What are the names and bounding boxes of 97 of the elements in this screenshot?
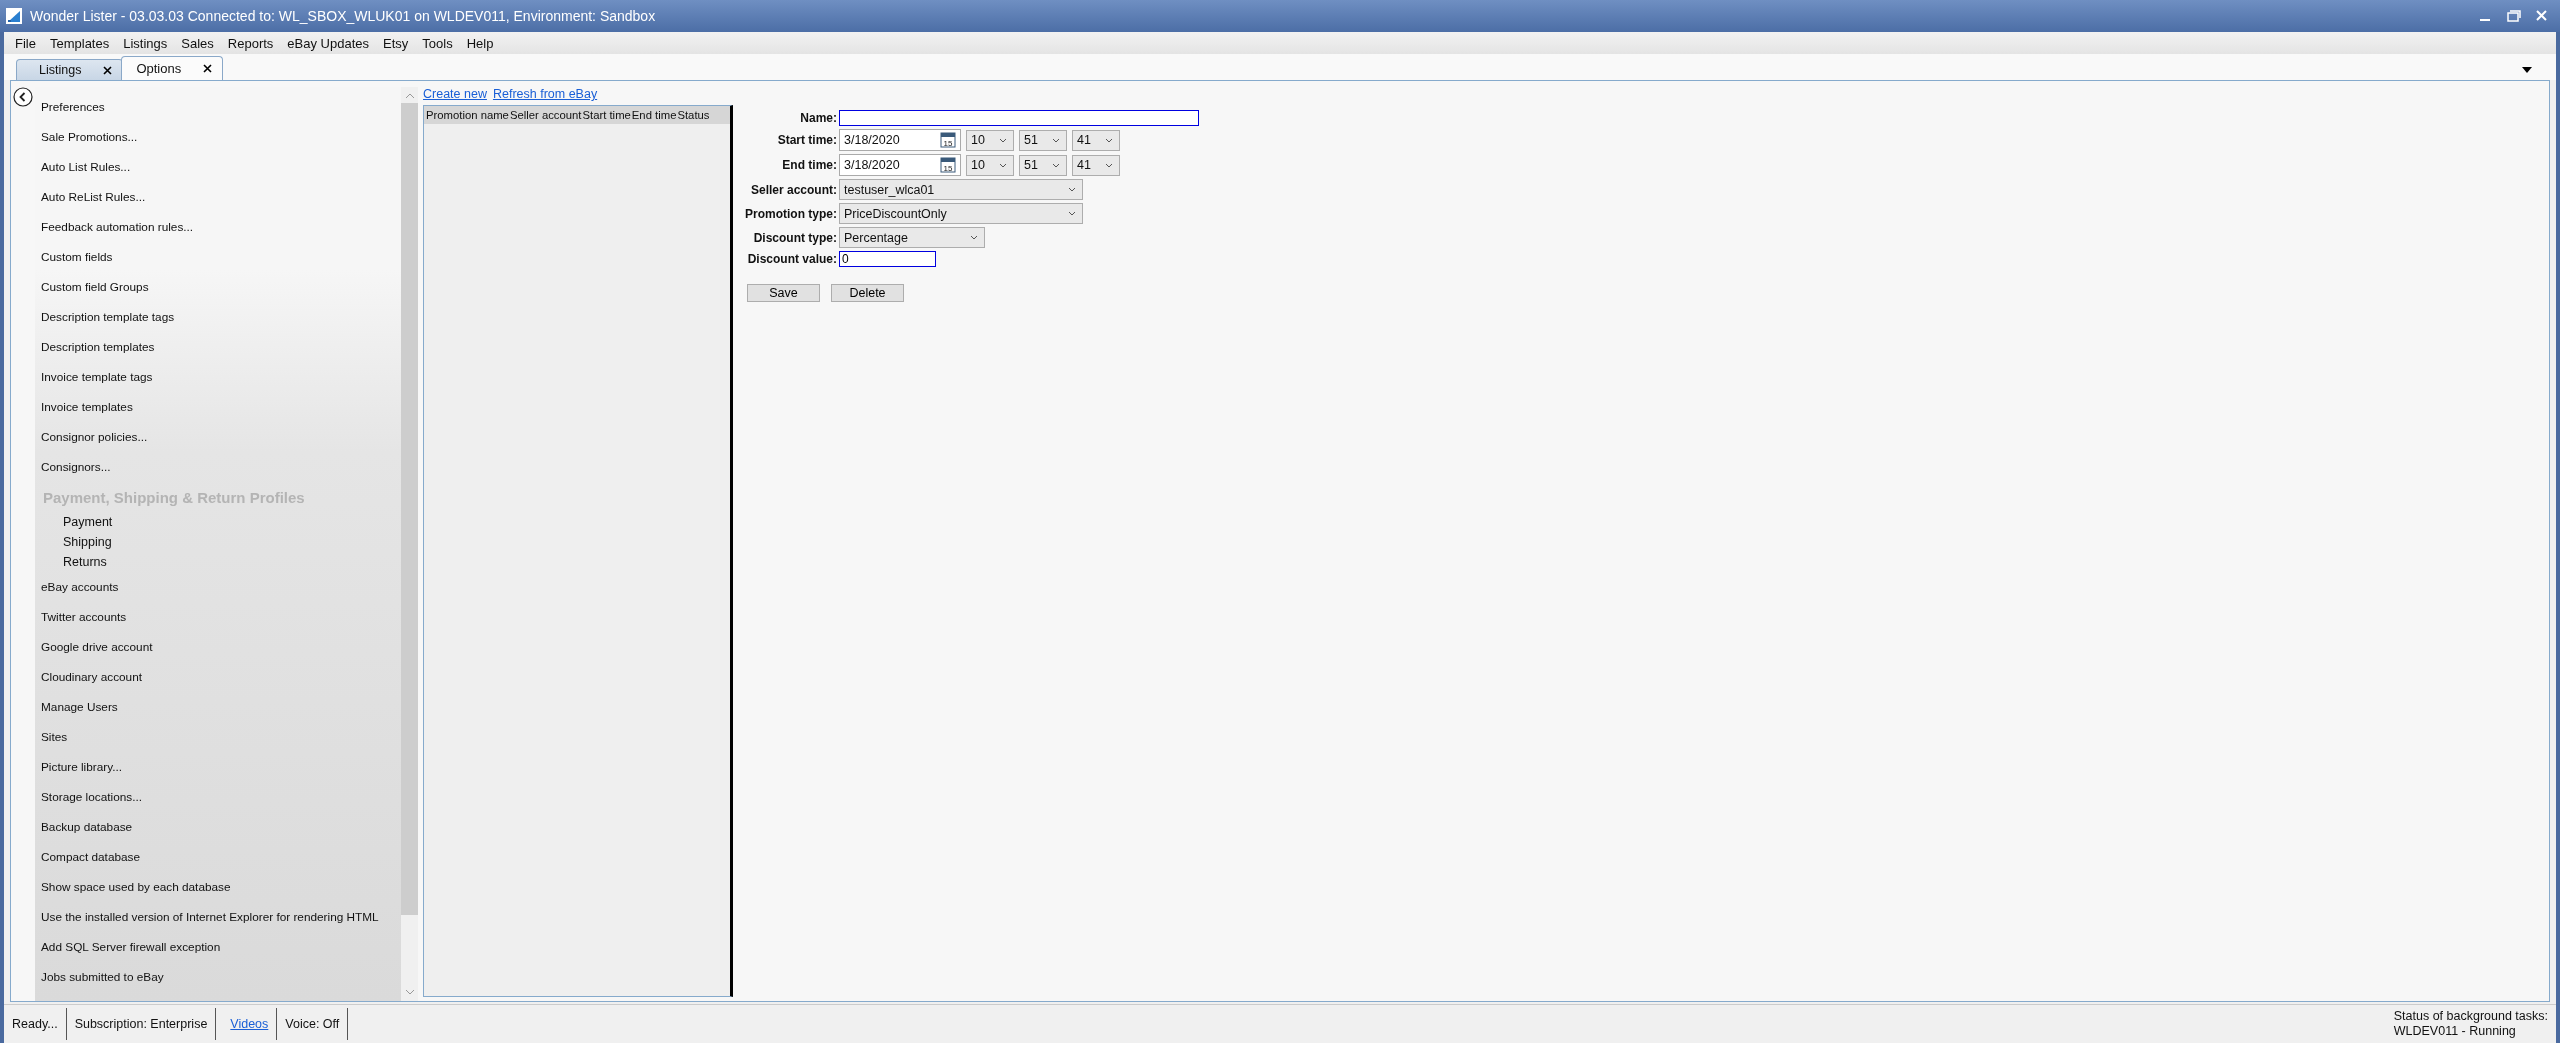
options-item[interactable]: Picture library... — [35, 752, 401, 782]
chevron-down-icon — [970, 235, 978, 240]
field-label: Start time: — [776, 133, 837, 147]
options-item[interactable]: Show space used by each database — [35, 872, 401, 902]
column-header[interactable]: End time — [631, 109, 677, 121]
scroll-down-icon[interactable] — [404, 989, 415, 995]
options-item[interactable]: Compact database — [35, 842, 401, 872]
options-item[interactable]: Backup database — [35, 812, 401, 842]
options-item[interactable]: Preferences — [35, 92, 401, 122]
field-label: Seller account: — [749, 182, 837, 197]
collapse-icon[interactable] — [13, 87, 33, 107]
chevron-down-icon — [1052, 162, 1060, 168]
menu-item[interactable]: File — [8, 35, 43, 51]
status-text: Ready... — [4, 1008, 67, 1040]
date-picker[interactable]: 3/18/2020 15 — [839, 154, 961, 176]
options-item[interactable]: Invoice templates — [35, 392, 401, 422]
date-picker[interactable]: 3/18/2020 15 — [839, 129, 961, 151]
options-item[interactable]: Invoice template tags — [35, 362, 401, 392]
chevron-down-icon — [1052, 137, 1060, 143]
link[interactable]: Refresh from eBay — [492, 87, 598, 105]
menu-item[interactable]: Reports — [220, 35, 281, 51]
column-header[interactable]: Promotion name — [426, 109, 509, 121]
options-item[interactable]: Payment — [35, 512, 401, 532]
chevron-down-icon — [1068, 187, 1076, 192]
chevron-down-icon — [999, 137, 1007, 143]
tab[interactable]: Options — [121, 56, 224, 80]
tasks-title: Status of background tasks: — [2393, 1009, 2548, 1024]
text-field[interactable] — [839, 110, 1199, 126]
menu-item[interactable]: Tools — [415, 35, 460, 51]
app-icon — [6, 8, 22, 24]
field-label: Discount value: — [746, 252, 837, 266]
link[interactable]: Create new — [423, 87, 487, 105]
dropdown[interactable]: Percentage — [839, 227, 985, 248]
scroll-up-icon[interactable] — [404, 93, 415, 99]
options-item[interactable]: Sale Promotions... — [35, 122, 401, 152]
field-label: Name: — [799, 111, 837, 125]
chevron-down-icon — [1068, 211, 1076, 216]
options-item[interactable]: Custom field Groups — [35, 272, 401, 302]
options-item[interactable]: Use the installed version of Internet Explorer for rendering HTML — [35, 902, 401, 932]
options-item[interactable]: Google drive account — [35, 632, 401, 662]
options-item[interactable]: Manage Users — [35, 692, 401, 722]
time-dropdown[interactable]: 51 — [1019, 154, 1067, 176]
options-item[interactable]: Jobs submitted to eBay — [35, 962, 401, 992]
voice-status: Voice: Off — [277, 1008, 349, 1040]
restore-icon[interactable] — [2506, 9, 2522, 23]
chevron-down-icon — [1105, 137, 1113, 143]
time-dropdown[interactable]: 41 — [1072, 154, 1120, 176]
chevron-down-icon — [1105, 162, 1113, 168]
dropdown[interactable]: testuser_wlca01 — [839, 179, 1083, 200]
field-label: End time: — [781, 158, 837, 172]
options-item[interactable]: Sites — [35, 722, 401, 752]
menu-item[interactable]: Help — [459, 35, 501, 51]
dropdown-arrow-icon[interactable] — [2522, 67, 2532, 73]
menu-item[interactable]: Etsy — [376, 35, 416, 51]
column-header[interactable]: Seller account — [509, 109, 582, 121]
tab[interactable]: Listings — [16, 59, 124, 80]
options-item[interactable]: Consignor policies... — [35, 422, 401, 452]
close-icon[interactable] — [103, 65, 113, 75]
options-item[interactable]: Auto ReList Rules... — [35, 182, 401, 212]
options-item[interactable]: Custom fields — [35, 242, 401, 272]
column-header[interactable]: Start time — [582, 109, 631, 121]
time-dropdown[interactable]: 10 — [966, 154, 1014, 176]
options-item[interactable]: Cloudinary account — [35, 662, 401, 692]
column-header[interactable]: Status — [677, 109, 710, 121]
menu-item[interactable]: Sales — [174, 35, 221, 51]
field-label: Discount type: — [752, 230, 837, 245]
close-icon[interactable] — [203, 64, 213, 73]
options-item[interactable]: Twitter accounts — [35, 602, 401, 632]
time-dropdown[interactable]: 51 — [1019, 129, 1067, 151]
calendar-icon[interactable]: 15 — [940, 132, 956, 148]
menu-item[interactable]: Listings — [116, 35, 175, 51]
field-label: Promotion type: — [744, 206, 837, 221]
options-item[interactable]: eBay accounts — [35, 572, 401, 602]
subscription-text: Subscription: Enterprise — [66, 1008, 217, 1040]
dropdown[interactable]: PriceDiscountOnly — [839, 203, 1083, 224]
calendar-icon[interactable]: 15 — [940, 157, 956, 173]
options-item[interactable]: Consignors... — [35, 452, 401, 482]
form-button[interactable]: Delete — [831, 284, 904, 302]
options-item[interactable]: Description templates — [35, 332, 401, 362]
menu-item[interactable]: eBay Updates — [280, 35, 376, 51]
window-title: Wonder Lister - 03.03.03 Connected to: WL_SBOX_WLUK01 on WLDEV011, Environment: Sandbox — [30, 8, 656, 24]
tasks-status: WLDEV011 - Running — [2393, 1024, 2517, 1039]
options-item[interactable]: Auto List Rules... — [35, 152, 401, 182]
options-item[interactable]: Returns — [35, 552, 401, 572]
text-field[interactable]: 0 — [839, 251, 936, 267]
options-item[interactable]: Storage locations... — [35, 782, 401, 812]
form-button[interactable]: Save — [747, 284, 820, 302]
options-item[interactable]: Add SQL Server firewall exception — [35, 932, 401, 962]
chevron-down-icon — [999, 162, 1007, 168]
menu-item[interactable]: Templates — [42, 35, 117, 51]
options-item[interactable]: Feedback automation rules... — [35, 212, 401, 242]
time-dropdown[interactable]: 10 — [966, 129, 1014, 151]
time-dropdown[interactable]: 41 — [1072, 129, 1120, 151]
videos-link[interactable]: Videos — [230, 1017, 269, 1031]
scrollbar[interactable] — [401, 87, 418, 1001]
options-item[interactable]: Shipping — [35, 532, 401, 552]
options-item[interactable]: Description template tags — [35, 302, 401, 332]
